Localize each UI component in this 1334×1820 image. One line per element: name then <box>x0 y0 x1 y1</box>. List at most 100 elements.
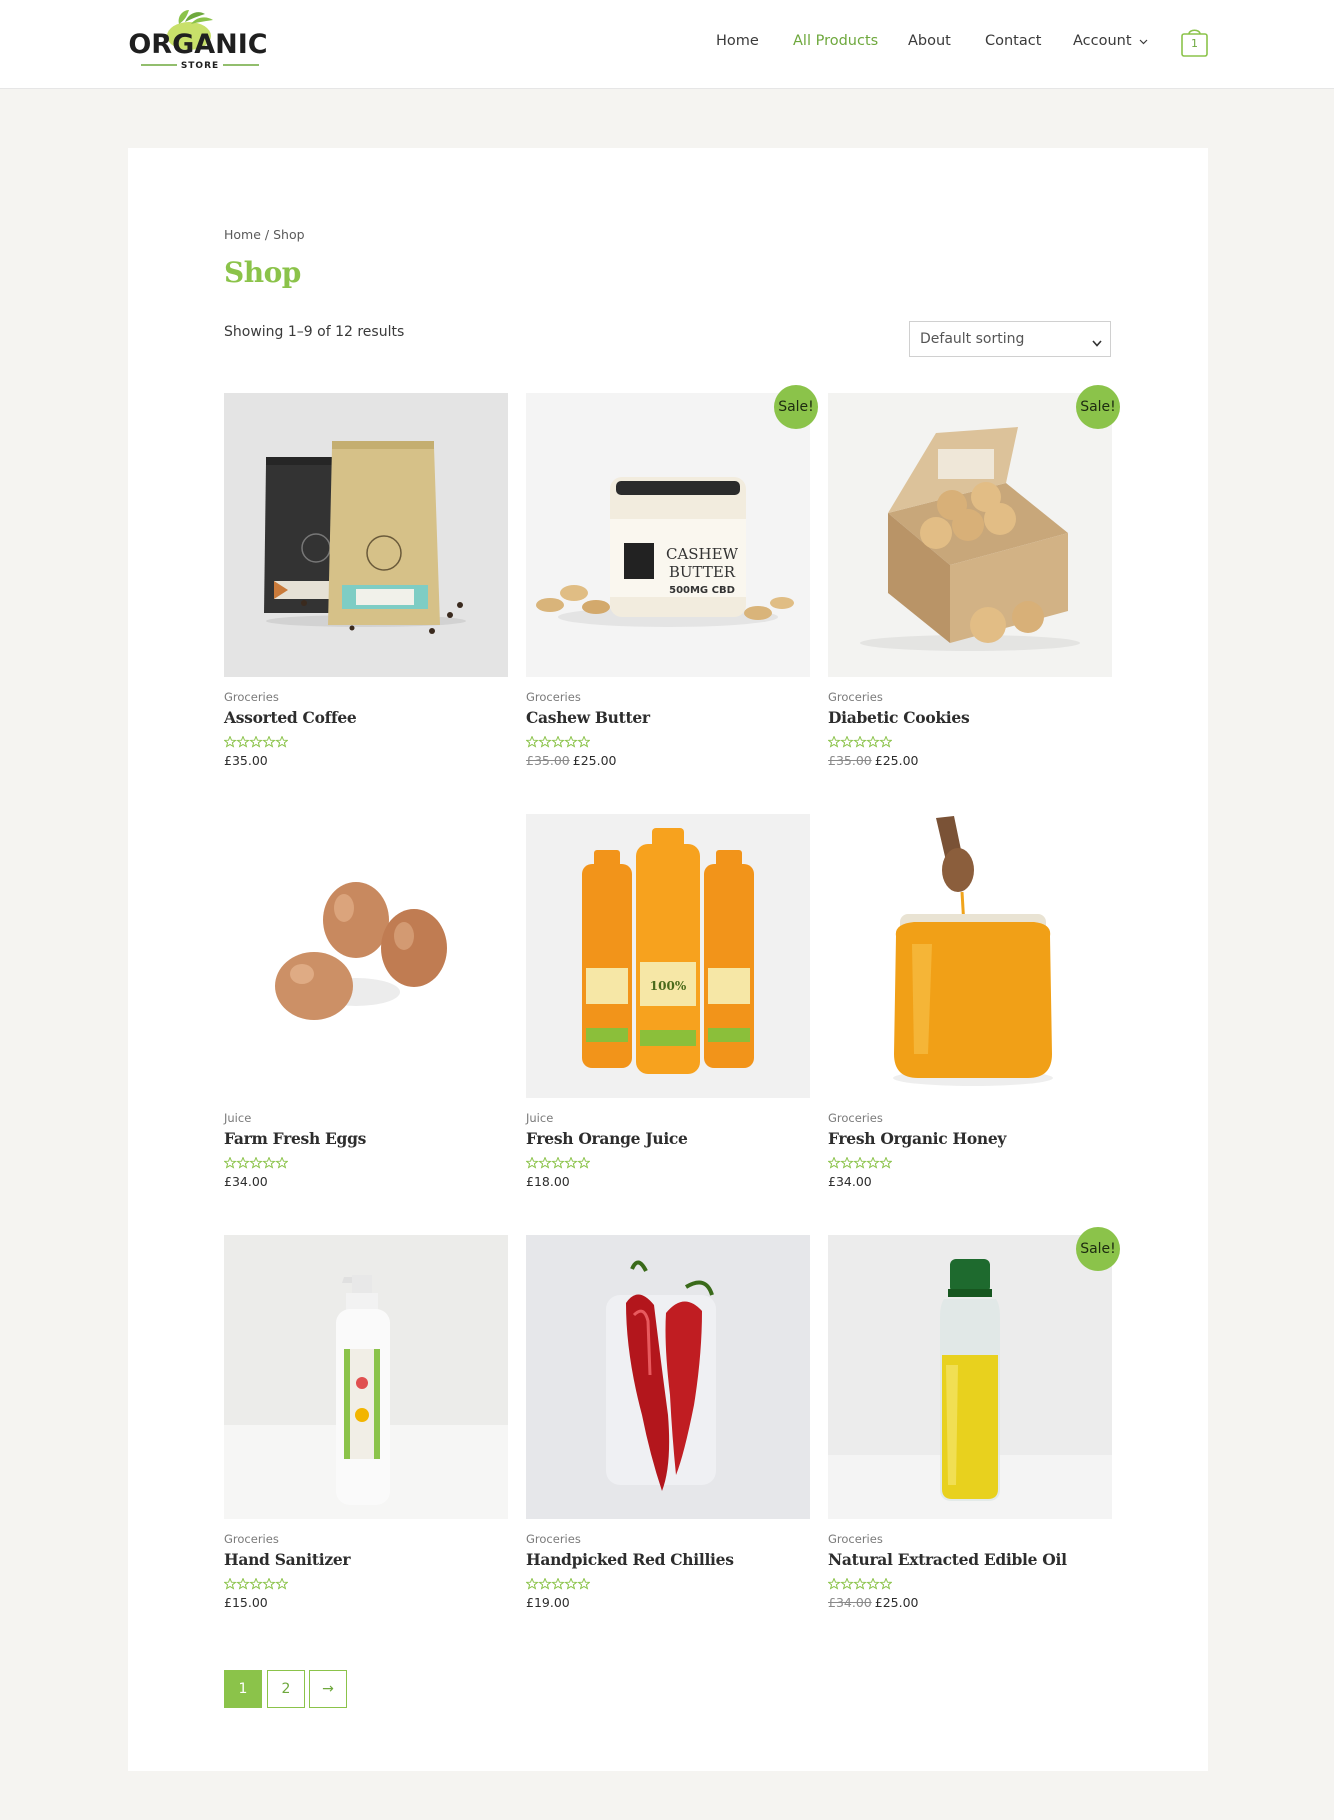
product-category[interactable]: Groceries <box>828 1111 883 1125</box>
rating-stars <box>223 733 289 748</box>
product-title[interactable]: Handpicked Red Chillies <box>526 1550 734 1569</box>
shop-content: Home / Shop Shop Showing 1–9 of 12 resul… <box>128 148 1208 1771</box>
product-price: £19.00 <box>526 1595 570 1610</box>
product-image-juice-bottles[interactable]: 100% <box>526 814 810 1098</box>
product-price-current: £18.00 <box>526 1174 570 1189</box>
star-icon <box>275 1577 289 1590</box>
star-icon <box>538 1577 552 1590</box>
nav-about[interactable]: About <box>908 33 951 49</box>
star-icon <box>840 1156 854 1169</box>
product-category[interactable]: Juice <box>224 1111 251 1125</box>
star-icon <box>840 735 854 748</box>
product-image-red-chillies[interactable] <box>526 1235 810 1519</box>
product-card: Groceries Fresh Organic Honey £34.00 <box>827 814 1112 1214</box>
star-icon <box>853 735 867 748</box>
star-icon <box>866 735 880 748</box>
product-image-cashew-butter-jar[interactable]: CASHEW BUTTER 500MG CBD <box>526 393 810 677</box>
star-icon <box>853 1577 867 1590</box>
nav-home[interactable]: Home <box>716 33 759 49</box>
next-page-arrow[interactable]: → <box>309 1670 347 1708</box>
nav-contact[interactable]: Contact <box>985 33 1041 49</box>
sorting-select[interactable]: Default sorting <box>909 321 1111 357</box>
nav-account[interactable]: Account <box>1073 33 1148 49</box>
svg-text:BUTTER: BUTTER <box>669 563 736 581</box>
sale-badge: Sale! <box>774 385 818 429</box>
product-card: 100% Juice Fresh Orange Juice £18.00 <box>525 814 810 1214</box>
star-icon <box>262 1577 276 1590</box>
site-header: ORGANIC STORE Home All Products About Co… <box>0 0 1334 89</box>
breadcrumb-home[interactable]: Home <box>224 227 261 242</box>
star-icon <box>827 1156 841 1169</box>
product-price-current: £15.00 <box>224 1595 268 1610</box>
product-title[interactable]: Fresh Organic Honey <box>828 1129 1006 1148</box>
product-title[interactable]: Farm Fresh Eggs <box>224 1129 366 1148</box>
product-title[interactable]: Diabetic Cookies <box>828 708 970 727</box>
page-2-link[interactable]: 2 <box>267 1670 305 1708</box>
star-icon <box>577 735 591 748</box>
product-image-cookie-box[interactable] <box>828 393 1112 677</box>
product-title[interactable]: Assorted Coffee <box>224 708 357 727</box>
nav-account-label: Account <box>1073 33 1132 49</box>
product-price: £35.00 £25.00 <box>828 753 919 768</box>
product-category[interactable]: Groceries <box>526 1532 581 1546</box>
star-icon <box>275 1156 289 1169</box>
product-image-eggs[interactable] <box>224 814 508 1098</box>
product-price-current: £25.00 <box>874 1595 919 1610</box>
product-title[interactable]: Hand Sanitizer <box>224 1550 351 1569</box>
product-image-coffee-bags[interactable] <box>224 393 508 677</box>
product-card: Groceries Hand Sanitizer £15.00 <box>223 1235 508 1635</box>
sorting-selected-value: Default sorting <box>920 331 1025 347</box>
product-image-honey-jar[interactable] <box>828 814 1112 1098</box>
svg-text:100%: 100% <box>650 979 687 993</box>
product-price: £35.00 <box>224 753 268 768</box>
product-price-old: £35.00 <box>526 753 570 768</box>
product-price-current: £35.00 <box>224 753 268 768</box>
rating-stars <box>223 1575 289 1590</box>
svg-text:CASHEW: CASHEW <box>666 545 739 563</box>
star-icon <box>538 735 552 748</box>
star-icon <box>840 1577 854 1590</box>
breadcrumb-current: Shop <box>273 227 305 242</box>
rating-stars <box>525 733 591 748</box>
product-price-old: £34.00 <box>828 1595 872 1610</box>
star-icon <box>827 735 841 748</box>
star-icon <box>577 1156 591 1169</box>
star-icon <box>525 735 539 748</box>
product-price: £15.00 <box>224 1595 268 1610</box>
product-price-current: £34.00 <box>224 1174 268 1189</box>
chevron-down-icon <box>1139 33 1148 49</box>
rating-stars <box>223 1154 289 1169</box>
product-image-sanitizer-bottle[interactable] <box>224 1235 508 1519</box>
product-category[interactable]: Groceries <box>526 690 581 704</box>
cart-button[interactable]: 1 <box>1181 28 1208 57</box>
product-title[interactable]: Cashew Butter <box>526 708 650 727</box>
product-image-oil-bottle[interactable] <box>828 1235 1112 1519</box>
star-icon <box>249 735 263 748</box>
star-icon <box>236 735 250 748</box>
star-icon <box>262 1156 276 1169</box>
product-category[interactable]: Groceries <box>828 1532 883 1546</box>
product-category[interactable]: Groceries <box>224 1532 279 1546</box>
star-icon <box>525 1577 539 1590</box>
result-count: Showing 1–9 of 12 results <box>224 324 405 340</box>
star-icon <box>866 1577 880 1590</box>
sale-badge: Sale! <box>1076 1227 1120 1271</box>
star-icon <box>853 1156 867 1169</box>
star-icon <box>236 1577 250 1590</box>
star-icon <box>223 1156 237 1169</box>
product-category[interactable]: Juice <box>526 1111 553 1125</box>
product-category[interactable]: Groceries <box>828 690 883 704</box>
product-price-current: £25.00 <box>572 753 617 768</box>
product-category[interactable]: Groceries <box>224 690 279 704</box>
page-1-current: 1 <box>224 1670 262 1708</box>
svg-text:500MG CBD: 500MG CBD <box>669 585 735 596</box>
product-card: Juice Farm Fresh Eggs £34.00 <box>223 814 508 1214</box>
star-icon <box>223 735 237 748</box>
product-title[interactable]: Natural Extracted Edible Oil <box>828 1550 1067 1569</box>
product-title[interactable]: Fresh Orange Juice <box>526 1129 688 1148</box>
star-icon <box>564 735 578 748</box>
star-icon <box>577 1577 591 1590</box>
cart-count: 1 <box>1191 37 1198 50</box>
nav-all-products[interactable]: All Products <box>793 33 878 49</box>
breadcrumb-separator: / <box>260 227 274 242</box>
